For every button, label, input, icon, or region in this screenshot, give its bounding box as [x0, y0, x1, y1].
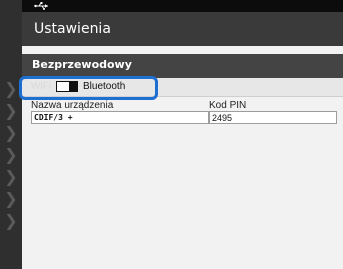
chevron-right-icon[interactable]: ❯: [2, 210, 20, 232]
chevron-right-icon[interactable]: ❯: [2, 122, 20, 144]
wifi-label[interactable]: WiFi: [31, 81, 51, 92]
device-name-value: CDIF/3 +: [34, 113, 73, 122]
chevron-right-icon[interactable]: ❯: [2, 100, 20, 122]
chevron-right-icon[interactable]: ❯: [2, 144, 20, 166]
wireless-toggle-row: WiFi Bluetooth: [19, 76, 343, 100]
switch-knob: [69, 81, 78, 92]
section-title: Bezprzewodowy: [32, 58, 132, 71]
settings-content: Bezprzewodowy WiFi Bluetooth Nazwa urząd…: [19, 46, 343, 269]
chevron-right-icon[interactable]: ❯: [2, 188, 20, 210]
wifi-bluetooth-switch[interactable]: [56, 81, 78, 92]
chevron-right-icon[interactable]: ❯: [2, 166, 20, 188]
section-header: Bezprzewodowy: [22, 54, 343, 78]
pin-value: 2495: [212, 113, 233, 123]
pin-label: Kod PIN: [209, 100, 247, 111]
device-name-field[interactable]: CDIF/3 +: [31, 111, 209, 124]
status-bar: [22, 0, 343, 12]
page-title: Ustawienia: [34, 21, 111, 37]
device-name-label: Nazwa urządzenia: [31, 100, 114, 111]
bluetooth-label[interactable]: Bluetooth: [83, 81, 125, 92]
left-navigation-strip: ❯ ❯ ❯ ❯ ❯ ❯ ❯: [0, 0, 22, 269]
pin-field[interactable]: 2495: [209, 111, 337, 124]
chevron-right-icon[interactable]: ❯: [2, 78, 20, 100]
usb-icon: [34, 2, 48, 10]
title-bar: Ustawienia: [22, 12, 343, 46]
